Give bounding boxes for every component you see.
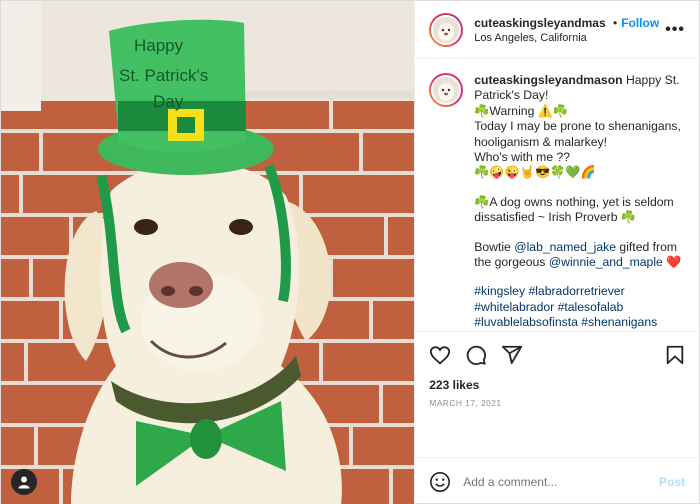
dog-photo: Happy St. Patrick's Day [1, 1, 415, 504]
author-username[interactable]: cuteaskingsleyandmas [474, 16, 609, 30]
hat-text-line2: St. Patrick's [119, 66, 208, 85]
caption-hashtags[interactable]: #kingsley #labradorretriever #whitelabra… [474, 284, 685, 331]
like-count[interactable]: 223 likes [429, 378, 685, 392]
post-header: cuteaskingsleyandmas • Follow Los Angele… [415, 1, 699, 59]
save-button[interactable] [665, 344, 685, 366]
follow-button[interactable]: Follow [621, 16, 659, 30]
like-icon [430, 346, 451, 365]
dog-avatar-icon [433, 16, 460, 43]
caption-username[interactable]: cuteaskingsleyandmason [474, 73, 622, 87]
caption-line2: ☘️Warning ⚠️☘️ [474, 103, 569, 118]
post-comment-button[interactable]: Post [659, 475, 685, 489]
post-photo[interactable]: Happy St. Patrick's Day [1, 1, 415, 504]
emoji-icon [430, 471, 451, 492]
caption-line4: Who's with me ?? [474, 150, 571, 165]
instagram-post: Happy St. Patrick's Day cuteaskingsleyan… [0, 0, 700, 504]
share-icon [502, 345, 523, 364]
like-button[interactable] [429, 344, 451, 366]
caption-text: cuteaskingsleyandmason Happy St. Patrick… [474, 73, 685, 331]
share-button[interactable] [501, 344, 523, 366]
user-tag-icon [18, 476, 30, 489]
author-avatar[interactable] [429, 12, 464, 47]
dog-avatar-icon [433, 77, 460, 103]
caption: cuteaskingsleyandmason Happy St. Patrick… [429, 73, 685, 331]
post-date[interactable]: MARCH 17, 2021 [429, 398, 685, 408]
mention-link[interactable]: @winnie_and_maple [549, 255, 663, 269]
emoji-button[interactable] [429, 471, 451, 493]
user-tag-button[interactable] [11, 469, 37, 495]
comment-button[interactable] [465, 344, 487, 366]
hat-text-line1: Happy [134, 36, 184, 55]
header-separator: • [612, 15, 618, 30]
add-comment-bar: Post [415, 457, 699, 504]
caption-bowtie: Bowtie @lab_named_jake gifted from the g… [474, 240, 685, 271]
caption-emoji-line: ☘️🤪😜🤘😎🍀💚🌈 [474, 165, 596, 180]
mention-link[interactable]: @lab_named_jake [514, 240, 616, 254]
comments-section: cuteaskingsleyandmason Happy St. Patrick… [415, 59, 699, 331]
heart-emoji: ❤️ [662, 255, 682, 270]
bookmark-icon [666, 345, 684, 365]
hat-text-line3: Day [153, 92, 184, 111]
bowtie-text: Bowtie [474, 239, 515, 254]
caption-avatar[interactable] [429, 73, 464, 107]
post-location[interactable]: Los Angeles, California [474, 32, 659, 44]
post-actions: 223 likes MARCH 17, 2021 [415, 331, 699, 457]
caption-proverb: ☘️A dog owns nothing, yet is seldom diss… [474, 194, 674, 225]
more-options-button[interactable]: ••• [665, 21, 685, 39]
post-side-panel: cuteaskingsleyandmas • Follow Los Angele… [414, 1, 699, 504]
caption-line3: Today I may be prone to shenanigans, hoo… [474, 119, 681, 149]
comment-input[interactable] [463, 474, 659, 489]
comment-icon [467, 345, 487, 365]
